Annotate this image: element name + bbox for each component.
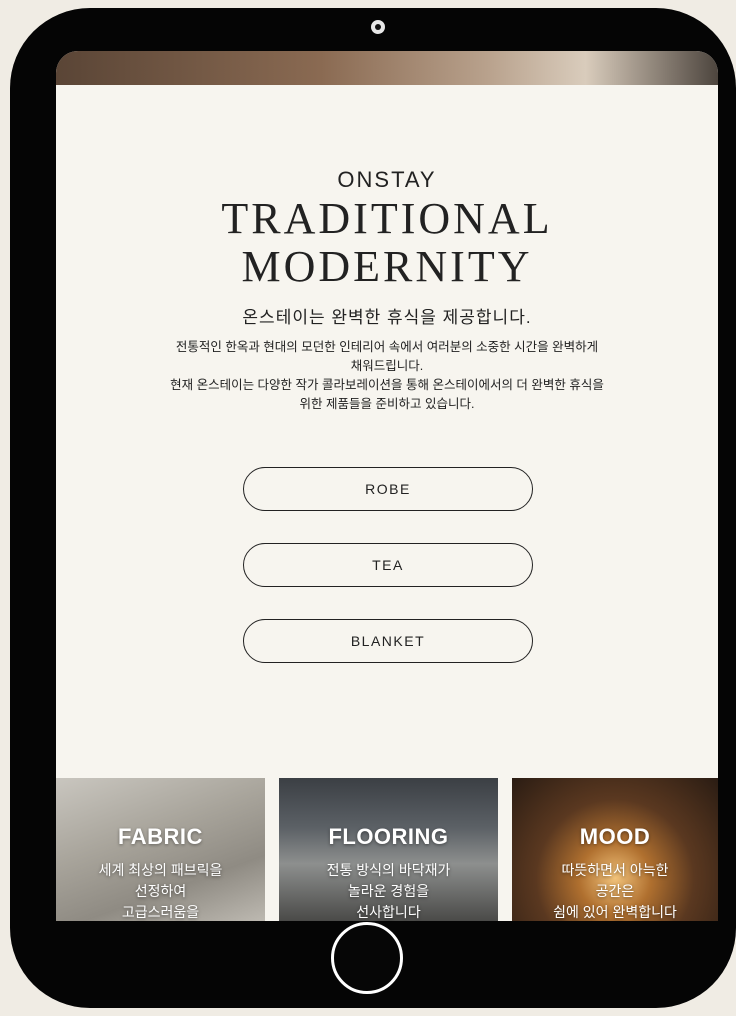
tablet-frame: ONSTAY TRADITIONAL MODERNITY 온스테이는 완벽한 휴…: [10, 8, 736, 1008]
card-text-line: 공간은: [595, 883, 635, 899]
card-text: 따뜻하면서 아늑한 공간은 쉼에 있어 완벽합니다: [512, 860, 718, 921]
title-line: MODERNITY: [241, 242, 533, 291]
card-text-line: 고급스러움을: [121, 904, 200, 920]
card-text: 세계 최상의 패브릭을 선정하여 고급스러움을: [56, 860, 265, 921]
card-text-line: 선사합니다: [356, 904, 421, 920]
tea-button[interactable]: TEA: [243, 543, 533, 587]
description: 전통적인 한옥과 현대의 모던한 인테리어 속에서 여러분의 소중한 시간을 완…: [86, 338, 688, 414]
description-line: 현재 온스테이는 다양한 작가 콜라보레이션을 통해 온스테이에서의 더 완벽한…: [170, 378, 604, 392]
card-text-line: 따뜻하면서 아늑한: [561, 862, 669, 878]
card-mood[interactable]: MOOD 따뜻하면서 아늑한 공간은 쉼에 있어 완벽합니다: [512, 778, 718, 921]
category-cards: FABRIC 세계 최상의 패브릭을 선정하여 고급스러움을 FLOORING …: [56, 778, 718, 921]
home-button[interactable]: [331, 922, 403, 994]
blanket-button[interactable]: BLANKET: [243, 619, 533, 663]
card-text-line: 전통 방식의 바닥재가: [326, 862, 451, 878]
card-title: FABRIC: [118, 824, 203, 849]
card-text-line: 쉼에 있어 완벽합니다: [553, 904, 677, 920]
hero-image: [56, 51, 718, 85]
title-line: TRADITIONAL: [221, 194, 553, 243]
description-line: 전통적인 한옥과 현대의 모던한 인테리어 속에서 여러분의 소중한 시간을 완…: [175, 340, 599, 354]
description-line: 위한 제품들을 준비하고 있습니다.: [299, 397, 475, 411]
page-title: TRADITIONAL MODERNITY: [56, 195, 718, 291]
description-line: 채워드립니다.: [350, 359, 424, 373]
card-title: MOOD: [579, 824, 651, 849]
subtitle: 온스테이는 완벽한 휴식을 제공합니다.: [242, 308, 532, 327]
camera-icon: [371, 20, 385, 34]
card-text-line: 세계 최상의 패브릭을: [98, 862, 223, 878]
screen: ONSTAY TRADITIONAL MODERNITY 온스테이는 완벽한 휴…: [56, 51, 718, 921]
card-text-line: 선정하여: [134, 883, 187, 899]
card-fabric[interactable]: FABRIC 세계 최상의 패브릭을 선정하여 고급스러움을: [56, 778, 265, 921]
card-text-line: 놀라운 경험을: [347, 883, 430, 899]
robe-button[interactable]: ROBE: [243, 467, 533, 511]
card-title: FLOORING: [328, 824, 449, 849]
card-text: 전통 방식의 바닥재가 놀라운 경험을 선사합니다: [279, 860, 498, 921]
card-flooring[interactable]: FLOORING 전통 방식의 바닥재가 놀라운 경험을 선사합니다: [279, 778, 498, 921]
brand-name: ONSTAY: [337, 167, 437, 192]
